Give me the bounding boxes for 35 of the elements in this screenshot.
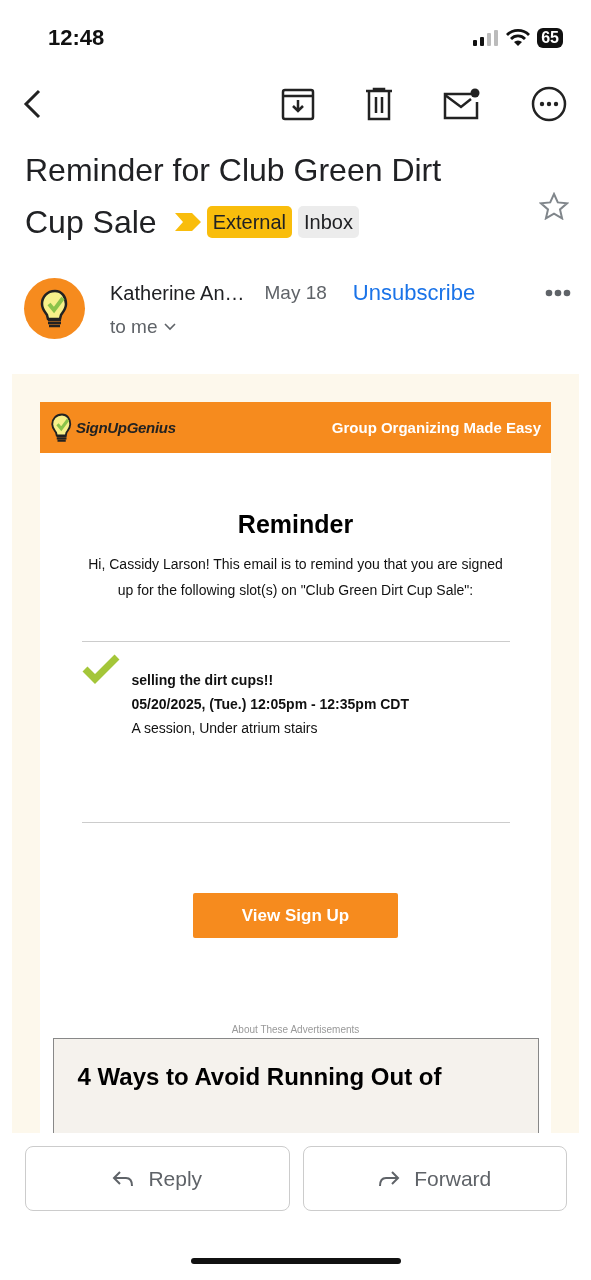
slot-title: selling the dirt cups!!: [131, 672, 275, 688]
unsubscribe-link[interactable]: Unsubscribe: [352, 280, 476, 306]
label-chip: Inbox: [298, 205, 359, 238]
status-time: 12:48: [48, 25, 105, 51]
lightbulb-logo-icon: [50, 412, 74, 443]
slot-location: A session, Under atrium stairs: [131, 720, 319, 736]
label-chip: External: [206, 205, 292, 238]
email-date: May 18: [264, 282, 327, 304]
slot-time: 05/20/2025, (Tue.) 12:05pm - 12:35pm CDT: [131, 696, 410, 712]
signal-icon: [473, 30, 500, 46]
brand-tagline: Group Organizing Made Easy: [331, 419, 541, 436]
mark-unread-button[interactable]: [443, 88, 481, 120]
email-intro: Hi, Cassidy Larson! This email is to remind you that you are signed up for the following slot(s) on "Club Green Dirt Cup Sale":: [87, 555, 504, 600]
sender-name: Katherine An…: [110, 281, 245, 305]
forward-icon: [378, 1169, 401, 1188]
sender-avatar: [24, 278, 85, 339]
email-subject-line: Cup Sale: [25, 204, 157, 240]
wifi-icon: [506, 29, 531, 47]
more-button[interactable]: [531, 86, 567, 122]
recipient-toggle[interactable]: to me: [110, 316, 176, 338]
more-button[interactable]: [545, 289, 571, 297]
chevron-down-icon: [163, 323, 176, 331]
back-button[interactable]: [22, 88, 42, 120]
ad-title: 4 Ways to Avoid Running Out of: [77, 1063, 442, 1090]
delete-button[interactable]: [365, 87, 393, 121]
reply-icon: [112, 1169, 135, 1188]
ad-label: About These Advertisements: [231, 1024, 360, 1035]
reply-button[interactable]: Reply: [25, 1146, 290, 1211]
archive-button[interactable]: [281, 87, 315, 121]
forward-button[interactable]: Forward: [302, 1146, 567, 1211]
email-heading: Reminder: [237, 510, 354, 539]
star-button[interactable]: [539, 192, 569, 220]
battery-level: 65: [537, 28, 563, 48]
brand-logo-text: SignUpGenius: [76, 419, 176, 436]
email-subject-line: Reminder for Club Green Dirt: [25, 152, 442, 188]
